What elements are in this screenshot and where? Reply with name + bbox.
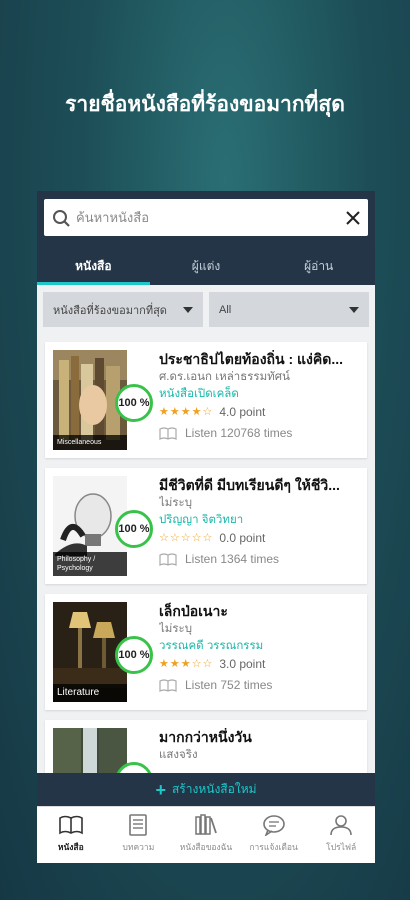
chat-bubble-icon [262,815,285,836]
progress-badge: 100 % [115,384,153,422]
page-headline: รายชื่อหนังสือที่ร้องขอมากที่สุด [65,91,345,116]
book-open-icon [159,678,177,692]
search-input[interactable] [76,210,338,225]
category-dropdown-value: All [219,303,232,316]
search-icon [53,209,70,227]
book-title: เล็กป่อเนาะ [159,603,228,619]
search-bar[interactable] [44,199,368,236]
book-rating: ★★★☆☆ 3.0 point [159,655,361,673]
document-icon [129,814,148,836]
book-publisher[interactable]: หนังสือเปิดเคล็ด [159,386,361,403]
tab-books[interactable]: หนังสือ [37,249,150,285]
category-dropdown[interactable]: All [209,292,369,327]
sort-dropdown[interactable]: หนังสือที่ร้องขอมากที่สุด [43,292,203,327]
listen-count: Listen 752 times [159,678,361,692]
sort-dropdown-value: หนังสือที่ร้องขอมากที่สุด [53,304,167,317]
nav-articles-label: บทความ [122,842,155,852]
book-title: ประชาธิปไตยท้องถิ่น : แง่คิด... [159,351,344,367]
book-card[interactable]: Miscellaneous 100 % ประชาธิปไตยท้องถิ่น … [45,342,367,458]
bottom-navigation: หนังสือ บทความ หนังสือของฉัน การแจ้งเตือ… [37,806,375,863]
star-rating-icon: ☆☆☆☆☆ [159,532,214,544]
progress-badge: 100 % [115,636,153,674]
cover-label: Miscellaneous [53,435,127,450]
nav-books[interactable]: หนังสือ [37,807,105,863]
listen-count-text: Listen 1364 times [185,552,280,566]
nav-my-books-label: หนังสือของฉัน [179,842,233,852]
create-book-button[interactable]: + สร้างหนังสือใหม่ [37,773,375,806]
top-bar: หนังสือ ผู้แต่ง ผู้อ่าน [37,191,375,285]
nav-articles[interactable]: บทความ [105,807,173,863]
book-publisher[interactable]: ปริญญา จิตวิทยา [159,512,361,529]
book-open-icon [159,426,177,440]
plus-icon: + [155,779,166,800]
user-icon [330,815,352,836]
rating-text: 0.0 point [219,531,266,545]
book-author: ศ.ดร.เอนก เหล่าธรรมทัศน์ [159,371,290,383]
book-author: ไม่ระบุ [159,497,193,509]
book-list: Miscellaneous 100 % ประชาธิปไตยท้องถิ่น … [37,334,375,836]
listen-count-text: Listen 752 times [185,678,273,692]
listen-count: Listen 120768 times [159,426,361,440]
book-card[interactable]: Literature 100 % เล็กป่อเนาะ ไม่ระบุ วรร… [45,594,367,710]
book-author: ไม่ระบุ [159,623,193,635]
book-rating: ☆☆☆☆☆ 0.0 point [159,529,361,547]
book-rating: ★★★★☆ 4.0 point [159,403,361,421]
book-card[interactable]: Philosophy / Psychology 100 % มีชีวิตที่… [45,468,367,584]
cover-label: Literature [53,684,127,702]
nav-my-books[interactable]: หนังสือของฉัน [172,807,240,863]
book-open-icon [159,552,177,566]
nav-profile[interactable]: โปรไฟล์ [307,807,375,863]
nav-books-label: หนังสือ [57,842,84,852]
chevron-down-icon [183,306,193,313]
chevron-down-icon [349,306,359,313]
tab-authors[interactable]: ผู้แต่ง [150,249,263,285]
nav-notifications[interactable]: การแจ้งเตือน [240,807,308,863]
tab-bar: หนังสือ ผู้แต่ง ผู้อ่าน [37,249,375,285]
rating-text: 3.0 point [219,657,266,671]
book-author: แสงจริง [159,749,198,761]
bookshelf-icon [195,814,217,835]
app-screen: หนังสือ ผู้แต่ง ผู้อ่าน หนังสือที่ร้องขอ… [37,191,375,863]
tab-readers[interactable]: ผู้อ่าน [262,249,375,285]
cover-label: Philosophy / Psychology [53,552,127,576]
listen-count: Listen 1364 times [159,552,361,566]
star-rating-icon: ★★★★☆ [159,406,214,418]
close-icon[interactable] [338,208,368,228]
create-book-label: สร้างหนังสือใหม่ [171,782,257,796]
rating-text: 4.0 point [219,405,266,419]
listen-count-text: Listen 120768 times [185,426,293,440]
star-rating-icon: ★★★☆☆ [159,658,214,670]
nav-notifications-label: การแจ้งเตือน [249,842,298,852]
filter-row: หนังสือที่ร้องขอมากที่สุด All [37,285,375,334]
book-publisher[interactable]: วรรณคดี วรรณกรรม [159,638,361,655]
nav-profile-label: โปรไฟล์ [326,842,357,852]
progress-badge: 100 % [115,510,153,548]
book-title: มากกว่าหนึ่งวัน [159,729,252,745]
book-title: มีชีวิตที่ดี มีบทเรียนดีๆ ให้ชีวิ... [159,477,340,493]
book-open-icon [58,815,83,835]
